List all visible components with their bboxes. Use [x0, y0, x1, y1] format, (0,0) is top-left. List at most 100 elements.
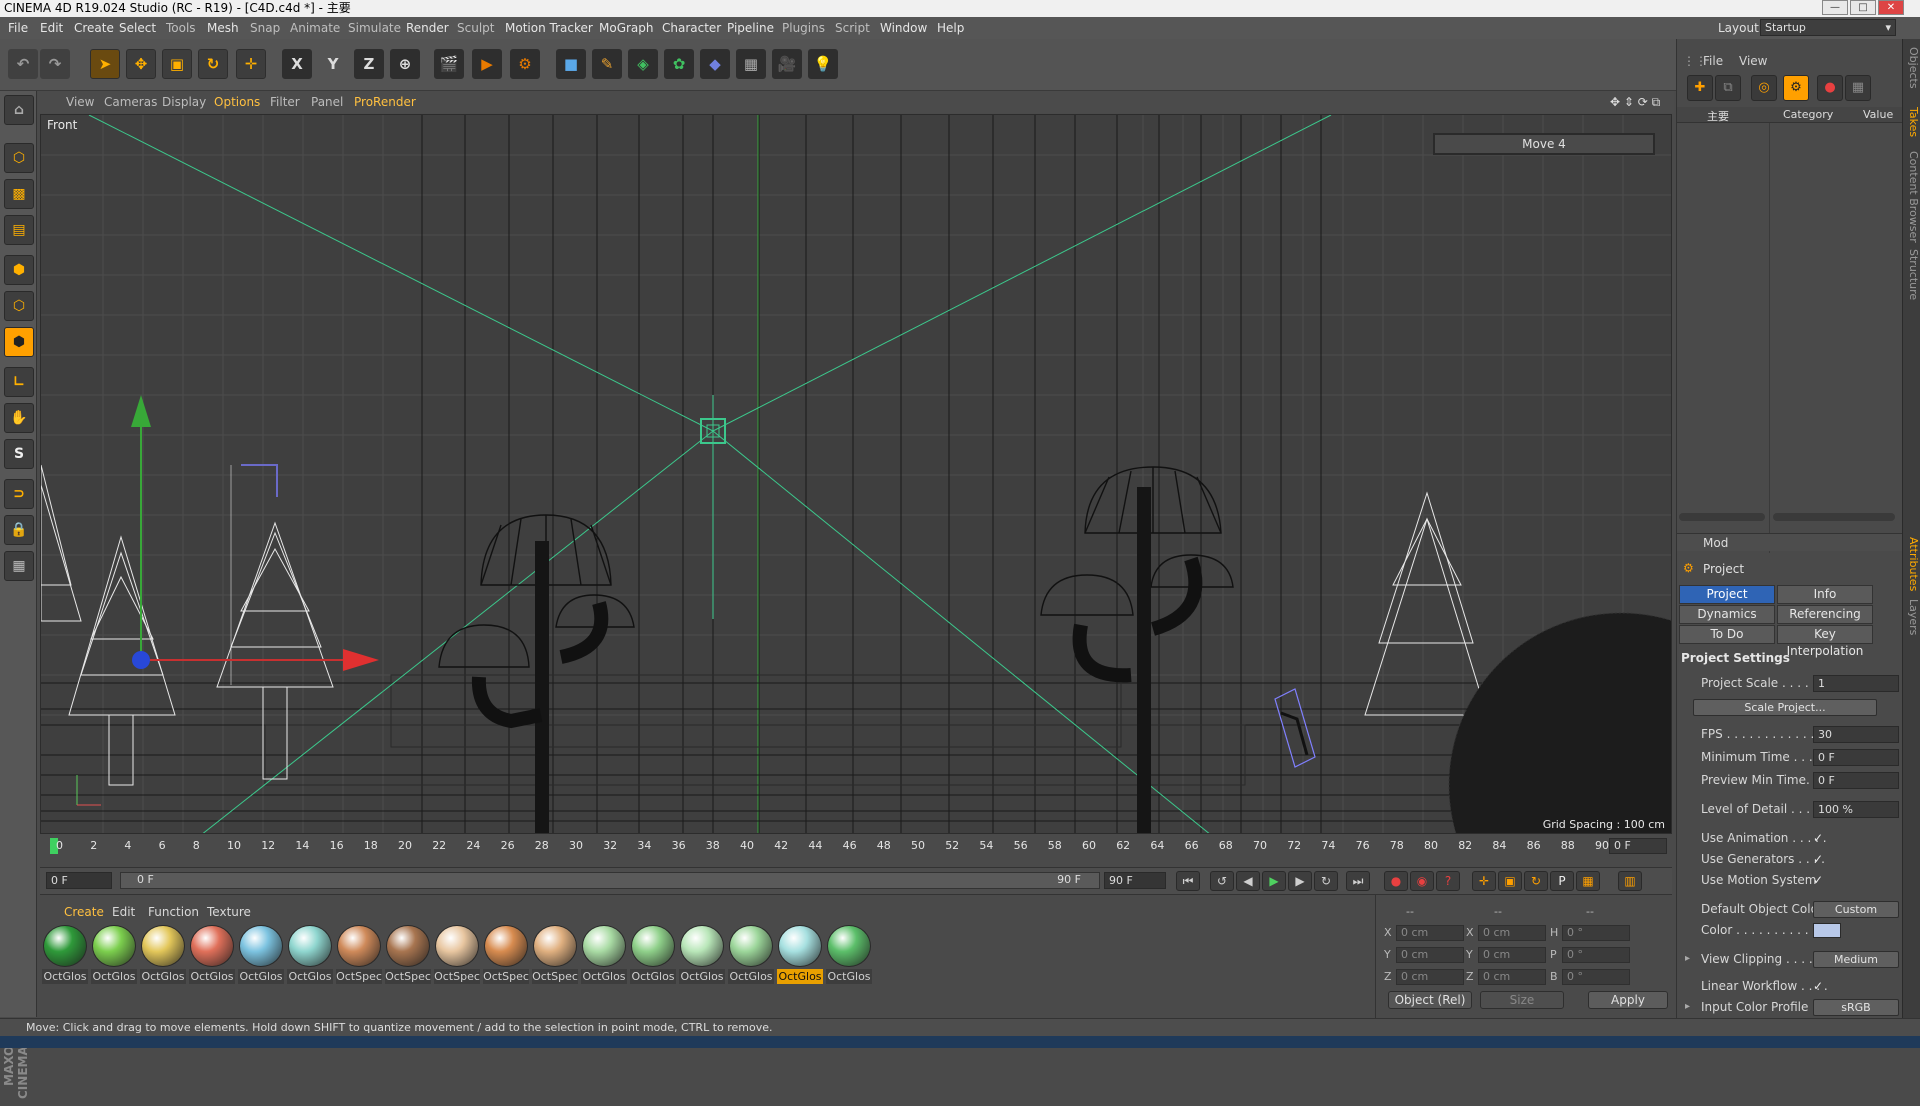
coord-field[interactable]: 0 ° — [1562, 969, 1630, 985]
material-item[interactable]: OctGlos — [287, 925, 333, 984]
menu-mesh[interactable]: Mesh — [207, 21, 239, 35]
mat-menu-function[interactable]: Function — [148, 905, 199, 919]
scale-project-button[interactable]: Scale Project... — [1693, 699, 1877, 716]
menu-simulate[interactable]: Simulate — [348, 21, 401, 35]
material-item[interactable]: OctGlos — [826, 925, 872, 984]
coord-field[interactable]: 0 cm — [1396, 947, 1464, 963]
lod-field[interactable]: 100 % — [1813, 801, 1899, 818]
menu-render[interactable]: Render — [406, 21, 449, 35]
render-settings-icon[interactable]: ⚙ — [510, 49, 540, 79]
take-add-icon[interactable]: ✚ — [1687, 75, 1713, 101]
use-animation-checkbox[interactable]: ✓ — [1813, 832, 1825, 844]
take-lock-icon[interactable]: ▦ — [1845, 75, 1871, 101]
vp-menu-panel[interactable]: Panel — [311, 95, 343, 109]
x-axis-lock-button[interactable]: X — [282, 49, 312, 79]
z-axis-lock-button[interactable]: Z — [354, 49, 384, 79]
material-item[interactable]: OctGlos — [630, 925, 676, 984]
material-item[interactable]: OctGlos — [728, 925, 774, 984]
close-button[interactable]: ✕ — [1878, 0, 1904, 15]
preview-min-field[interactable]: 0 F — [1813, 772, 1899, 789]
menu-pipeline[interactable]: Pipeline — [727, 21, 774, 35]
coord-mode-select[interactable]: Object (Rel) — [1388, 991, 1472, 1009]
menu-tools[interactable]: Tools — [166, 21, 196, 35]
maximize-button[interactable]: □ — [1850, 0, 1876, 15]
menu-edit[interactable]: Edit — [40, 21, 63, 35]
camera-icon[interactable]: 🎥 — [772, 49, 802, 79]
expand-arrow-icon[interactable]: ▸ — [1685, 953, 1690, 964]
menu-character[interactable]: Character — [662, 21, 721, 35]
coord-field[interactable]: 0 cm — [1478, 969, 1546, 985]
key-parameter-icon[interactable]: P — [1550, 871, 1574, 891]
menu-file[interactable]: File — [8, 21, 28, 35]
next-frame-icon[interactable]: ▶ — [1288, 871, 1312, 891]
previous-key-icon[interactable]: ↺ — [1210, 871, 1234, 891]
viewport-nav-icons[interactable]: ✥ ⇕ ⟳ ⧉ — [1610, 95, 1660, 110]
points-mode-icon[interactable]: ⬢ — [4, 255, 34, 285]
coord-field[interactable]: 0 ° — [1562, 947, 1630, 963]
coord-field[interactable]: 0 cm — [1396, 969, 1464, 985]
polygons-mode-icon[interactable]: ⬢ — [4, 327, 34, 357]
vp-menu-filter[interactable]: Filter — [270, 95, 300, 109]
mat-menu-create[interactable]: Create — [64, 905, 104, 919]
side-tab-attributes[interactable]: Attributes — [1904, 537, 1920, 591]
lock-workplane-icon[interactable]: 🔒 — [4, 515, 34, 545]
redo-icon[interactable]: ↷ — [40, 49, 70, 79]
material-item[interactable]: OctGlos — [581, 925, 627, 984]
takes-scrollbar-left[interactable] — [1679, 513, 1765, 521]
rotate-tool-icon[interactable]: ↻ — [198, 49, 228, 79]
menu-sculpt[interactable]: Sculpt — [457, 21, 494, 35]
default-color-select[interactable]: Custom — [1813, 901, 1899, 918]
material-item[interactable]: OctGlos — [42, 925, 88, 984]
axis-mode-icon[interactable]: ∟ — [4, 367, 34, 397]
previous-frame-icon[interactable]: ◀ — [1236, 871, 1260, 891]
expand-arrow-icon[interactable]: ▸ — [1685, 1001, 1690, 1012]
coord-field[interactable]: 0 cm — [1478, 925, 1546, 941]
tab-info[interactable]: Info — [1777, 585, 1873, 604]
subdivision-icon[interactable]: ◈ — [628, 49, 658, 79]
coord-field[interactable]: 0 cm — [1396, 925, 1464, 941]
coord-field[interactable]: 0 cm — [1478, 947, 1546, 963]
menu-help[interactable]: Help — [937, 21, 964, 35]
side-tab-layers[interactable]: Layers — [1904, 599, 1920, 635]
model-mode-icon[interactable]: ⬡ — [4, 143, 34, 173]
light-icon[interactable]: 💡 — [808, 49, 838, 79]
next-key-icon[interactable]: ↻ — [1314, 871, 1338, 891]
workplane-icon[interactable]: ▤ — [4, 215, 34, 245]
coord-size-select[interactable]: Size — [1480, 991, 1564, 1009]
vp-menu-options[interactable]: Options — [214, 95, 260, 109]
material-item[interactable]: OctGlos — [189, 925, 235, 984]
material-item[interactable]: OctGlos — [238, 925, 284, 984]
menu-snap[interactable]: Snap — [250, 21, 280, 35]
linear-workflow-checkbox[interactable]: ✓ — [1813, 980, 1825, 992]
menu-mograph[interactable]: MoGraph — [599, 21, 654, 35]
menu-plugins[interactable]: Plugins — [782, 21, 825, 35]
keyframe-selection-icon[interactable]: ? — [1436, 871, 1460, 891]
minimize-button[interactable]: — — [1822, 0, 1848, 15]
material-item[interactable]: OctSpec — [532, 925, 578, 984]
material-item[interactable]: OctSpec — [434, 925, 480, 984]
mat-menu-edit[interactable]: Edit — [112, 905, 135, 919]
layout-select[interactable]: Startup ▾ — [1760, 19, 1896, 36]
menu-script[interactable]: Script — [835, 21, 870, 35]
snap-icon[interactable]: ⊃ — [4, 479, 34, 509]
cube-icon[interactable]: ■ — [556, 49, 586, 79]
menu-animate[interactable]: Animate — [290, 21, 340, 35]
planar-workplane-icon[interactable]: ▦ — [4, 551, 34, 581]
material-item[interactable]: OctSpec — [483, 925, 529, 984]
takes-root-label[interactable]: 主要 — [1707, 108, 1729, 124]
tweak-mode-icon[interactable]: ✋ — [4, 403, 34, 433]
recent-tool-icon[interactable]: ✛ — [236, 49, 266, 79]
material-item[interactable]: OctGlos — [140, 925, 186, 984]
live-selection-icon[interactable]: ➤ — [90, 49, 120, 79]
material-item[interactable]: OctGlos — [679, 925, 725, 984]
tab-to-do[interactable]: To Do — [1679, 625, 1775, 644]
solo-mode-icon[interactable]: S — [4, 439, 34, 469]
key-pla-icon[interactable]: ▦ — [1576, 871, 1600, 891]
takes-scrollbar-right[interactable] — [1773, 513, 1895, 521]
vp-menu-display[interactable]: Display — [162, 95, 206, 109]
tab-key-interpolation[interactable]: Key Interpolation — [1777, 625, 1873, 658]
material-item[interactable]: OctSpec — [385, 925, 431, 984]
timeline-layout-icon[interactable]: ▥ — [1618, 871, 1642, 891]
go-to-start-icon[interactable]: ⏮ — [1176, 871, 1200, 891]
menu-motion-tracker[interactable]: Motion Tracker — [505, 21, 593, 35]
